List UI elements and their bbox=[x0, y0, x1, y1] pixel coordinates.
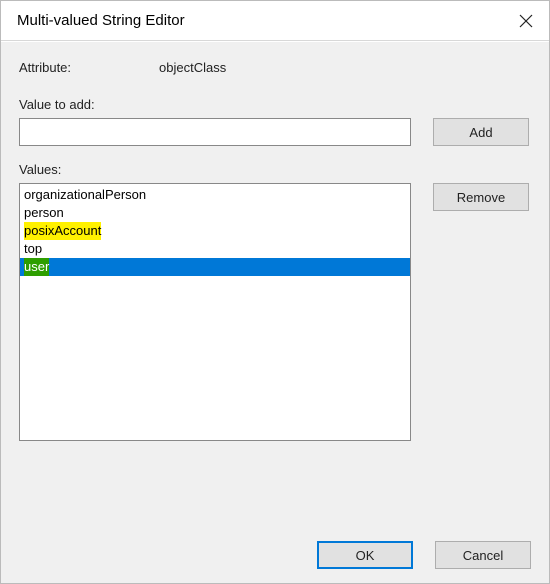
close-button[interactable] bbox=[503, 1, 549, 41]
list-item-text: posixAccount bbox=[24, 222, 101, 240]
value-to-add-row: Add bbox=[19, 118, 531, 146]
attribute-value: objectClass bbox=[159, 60, 226, 75]
attribute-label: Attribute: bbox=[19, 60, 159, 75]
list-item-text: organizationalPerson bbox=[24, 186, 146, 204]
remove-button[interactable]: Remove bbox=[433, 183, 529, 211]
list-item[interactable]: organizationalPerson bbox=[20, 186, 410, 204]
values-row: organizationalPersonpersonposixAccountto… bbox=[19, 183, 531, 441]
list-item[interactable]: person bbox=[20, 204, 410, 222]
list-item-text: person bbox=[24, 204, 64, 222]
dialog-window: Multi-valued String Editor Attribute: ob… bbox=[0, 0, 550, 584]
values-listbox[interactable]: organizationalPersonpersonposixAccountto… bbox=[19, 183, 411, 441]
add-button[interactable]: Add bbox=[433, 118, 529, 146]
list-item-text: top bbox=[24, 240, 42, 258]
list-item-text: user bbox=[24, 258, 49, 276]
close-icon bbox=[519, 14, 533, 28]
value-to-add-input[interactable] bbox=[19, 118, 411, 146]
ok-button[interactable]: OK bbox=[317, 541, 413, 569]
cancel-button[interactable]: Cancel bbox=[435, 541, 531, 569]
dialog-footer: OK Cancel bbox=[317, 541, 531, 569]
window-title: Multi-valued String Editor bbox=[17, 12, 185, 29]
list-item[interactable]: posixAccount bbox=[20, 222, 410, 240]
list-item[interactable]: user bbox=[20, 258, 410, 276]
list-item[interactable]: top bbox=[20, 240, 410, 258]
attribute-row: Attribute: objectClass bbox=[19, 60, 531, 75]
client-area: Attribute: objectClass Value to add: Add… bbox=[1, 42, 549, 583]
titlebar: Multi-valued String Editor bbox=[1, 1, 549, 41]
values-label: Values: bbox=[19, 162, 531, 177]
value-to-add-label: Value to add: bbox=[19, 97, 531, 112]
